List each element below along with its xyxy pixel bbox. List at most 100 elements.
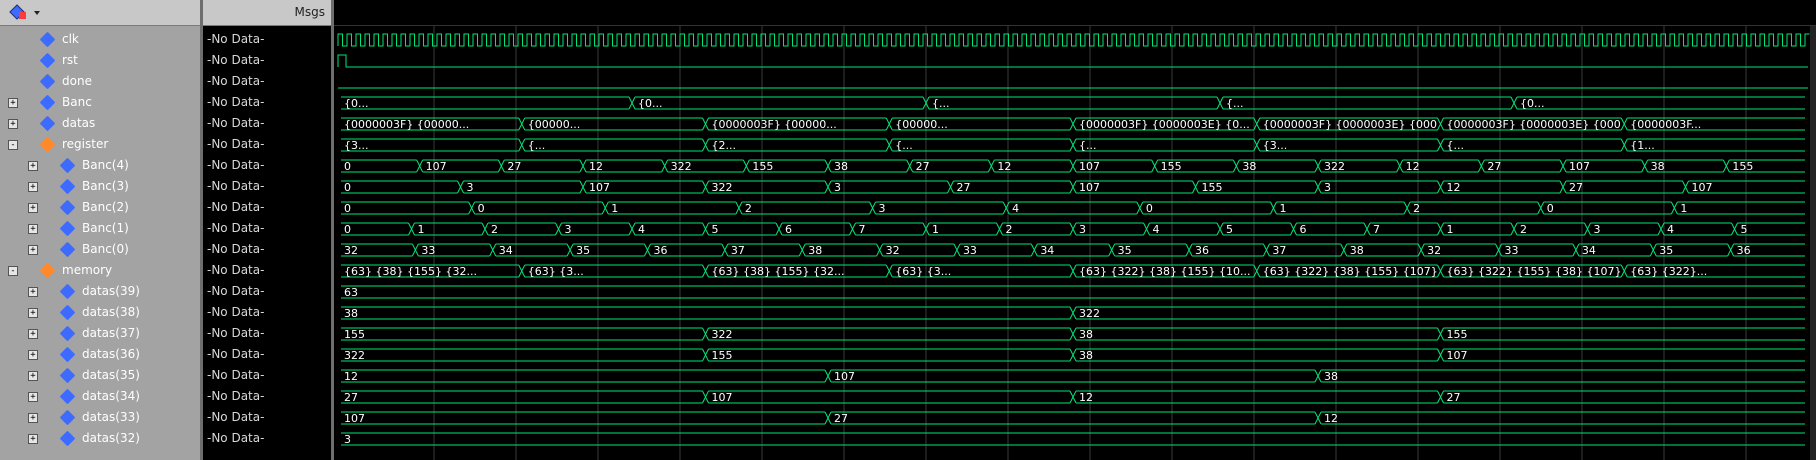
bus-value: 6 xyxy=(1300,223,1307,236)
bus-value: 27 xyxy=(1447,391,1461,404)
wave-row: 0 107 27 12 322 155 38 27 12 107 155 38 322 12 27 107 38… xyxy=(341,159,1805,173)
bus-transition xyxy=(481,222,489,236)
wave-row: 107 27 12 xyxy=(341,411,1805,425)
expand-icon[interactable]: + xyxy=(28,224,38,234)
bus-transition xyxy=(518,264,526,278)
signal-blue-icon xyxy=(59,199,76,216)
bus-value: {2... xyxy=(712,139,737,152)
signal-row[interactable]: + datas(37) xyxy=(0,324,200,345)
signal-name: Banc(1) xyxy=(82,221,129,235)
bus-transition xyxy=(579,159,587,173)
expand-icon[interactable]: + xyxy=(28,392,38,402)
bus-transition xyxy=(1192,180,1199,194)
signal-row[interactable]: + datas(39) xyxy=(0,282,200,303)
signal-name: datas(38) xyxy=(82,305,140,319)
signal-blue-icon xyxy=(39,94,56,111)
expand-icon[interactable]: + xyxy=(28,350,38,360)
signal-row[interactable]: done xyxy=(0,72,200,93)
signal-row[interactable]: + datas(35) xyxy=(0,366,200,387)
msg-cell: -No Data- xyxy=(203,72,331,93)
bus-transition xyxy=(628,222,636,236)
bus-value: 0 xyxy=(1146,202,1153,215)
collapse-icon[interactable]: - xyxy=(8,266,18,276)
bus-transition xyxy=(661,159,669,173)
expand-icon[interactable]: + xyxy=(28,245,38,255)
signal-row[interactable]: + Banc(4) xyxy=(0,156,200,177)
signal-name: datas(39) xyxy=(82,284,140,298)
names-header xyxy=(0,0,200,26)
bus-value: 36 xyxy=(653,244,667,257)
signal-row[interactable]: rst xyxy=(0,51,200,72)
expand-icon[interactable]: + xyxy=(28,434,38,444)
signal-row[interactable]: - memory xyxy=(0,261,200,282)
wave-add-icon xyxy=(9,4,26,20)
bus-value: 2 xyxy=(1520,223,1527,236)
signal-row[interactable]: + datas xyxy=(0,114,200,135)
msg-value: -No Data- xyxy=(207,221,265,235)
signal-blue-icon xyxy=(59,346,76,363)
signal-row[interactable]: + datas(33) xyxy=(0,408,200,429)
expand-icon[interactable]: + xyxy=(8,98,18,108)
expand-icon[interactable]: + xyxy=(28,371,38,381)
signal-name: clk xyxy=(62,32,79,46)
msg-value: -No Data- xyxy=(207,95,265,109)
bus-value: 322 xyxy=(712,328,733,341)
bus-value: 38 xyxy=(1079,328,1093,341)
wave-add-button[interactable] xyxy=(8,3,42,23)
expand-icon[interactable]: + xyxy=(28,308,38,318)
bus-transition xyxy=(601,201,609,215)
signal-name: datas(33) xyxy=(82,410,140,424)
waveform-canvas[interactable]: {0... {0... {... {... {0... {0000003F} {00000… xyxy=(334,0,1816,460)
bus-value: 35 xyxy=(1118,244,1132,257)
bus-value: 3 xyxy=(1079,223,1086,236)
bus-transition xyxy=(1340,243,1348,257)
msg-cell: -No Data- xyxy=(203,282,331,303)
expand-icon[interactable]: + xyxy=(28,287,38,297)
bus-value: {... xyxy=(932,97,950,110)
signal-row[interactable]: + Banc(3) xyxy=(0,177,200,198)
expand-icon[interactable]: + xyxy=(8,119,18,129)
expand-icon[interactable]: + xyxy=(28,203,38,213)
bus-transition xyxy=(1069,348,1077,362)
signal-row[interactable]: + Banc(2) xyxy=(0,198,200,219)
bus-value: 5 xyxy=(712,223,719,236)
vertical-scrollbar[interactable] xyxy=(1810,26,1816,460)
expand-icon[interactable]: + xyxy=(28,161,38,171)
bus-transition xyxy=(849,222,856,236)
bus-transition xyxy=(457,180,464,194)
msg-value: -No Data- xyxy=(207,179,265,193)
bus-transition xyxy=(1722,159,1730,173)
bus-value: 12 xyxy=(1324,412,1338,425)
bus-value: 38 xyxy=(344,307,358,320)
msg-cell: -No Data- xyxy=(203,114,331,135)
signal-row[interactable]: + Banc xyxy=(0,93,200,114)
bus-transition xyxy=(702,222,709,236)
bus-value: {63} {322}... xyxy=(1630,265,1707,278)
bus-value: 0 xyxy=(344,202,351,215)
expand-icon[interactable]: + xyxy=(28,413,38,423)
bus-value: 0 xyxy=(478,202,485,215)
signal-row[interactable]: + datas(36) xyxy=(0,345,200,366)
bus-value: 3 xyxy=(344,433,351,446)
signal-row[interactable]: + Banc(0) xyxy=(0,240,200,261)
signal-row[interactable]: + datas(34) xyxy=(0,387,200,408)
bus-transition xyxy=(824,159,832,173)
signal-orange-icon xyxy=(39,136,56,153)
expand-icon[interactable]: + xyxy=(28,182,38,192)
wave-row: 32 33 34 35 36 37 38 32 33 34 35 36 37 38 32 33 34 35 36 xyxy=(341,243,1805,257)
expand-icon[interactable]: + xyxy=(28,329,38,339)
msg-cell: -No Data- xyxy=(203,261,331,282)
msg-cell: -No Data- xyxy=(203,387,331,408)
bus-transition xyxy=(1143,222,1150,236)
signal-row[interactable]: + datas(38) xyxy=(0,303,200,324)
bus-value: 4 xyxy=(1153,223,1160,236)
bus-transition xyxy=(1253,117,1261,131)
signal-row[interactable]: + Banc(1) xyxy=(0,219,200,240)
collapse-icon[interactable]: - xyxy=(8,140,18,150)
msg-cell: -No Data- xyxy=(203,219,331,240)
bus-transition xyxy=(1559,159,1567,173)
signal-row[interactable]: - register xyxy=(0,135,200,156)
signal-row[interactable]: clk xyxy=(0,30,200,51)
bus-value: 322 xyxy=(712,181,733,194)
signal-row[interactable]: + datas(32) xyxy=(0,429,200,450)
